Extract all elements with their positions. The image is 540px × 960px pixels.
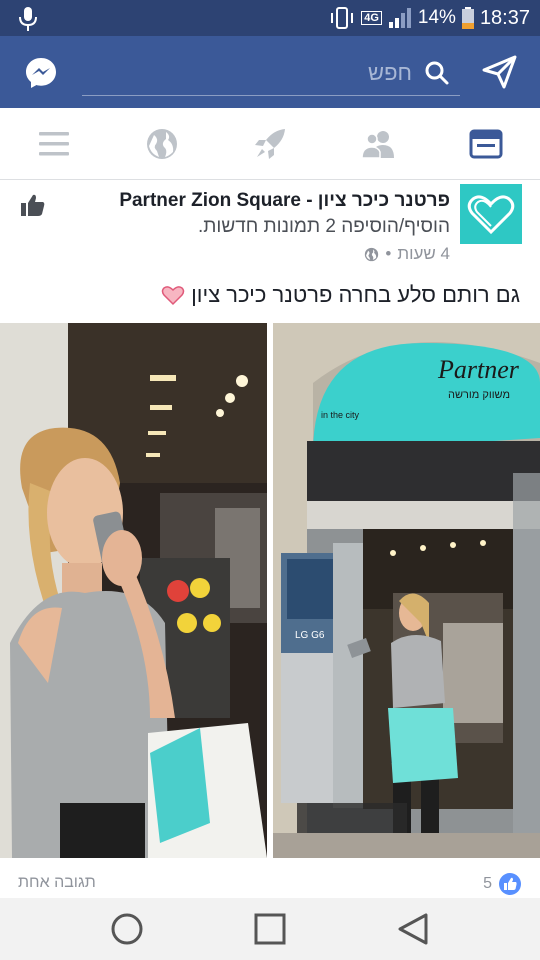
post-text: גם רותם סלע בחרה פרטנר כיכר ציון xyxy=(161,282,520,308)
battery-percent: 14% xyxy=(417,7,456,28)
reaction-summary[interactable]: 5 xyxy=(483,872,522,896)
back-button-icon[interactable] xyxy=(396,912,430,946)
heart-emoji-icon xyxy=(161,286,185,306)
poster-text: LG G6 xyxy=(295,630,325,641)
search-icon[interactable] xyxy=(424,60,450,86)
friends-icon[interactable] xyxy=(360,126,396,162)
globe-icon xyxy=(365,247,379,261)
menu-icon[interactable] xyxy=(36,126,72,162)
battery-icon xyxy=(461,7,474,29)
like-icon[interactable] xyxy=(20,192,46,218)
network-type: 4G xyxy=(361,11,382,25)
post-photo-right[interactable]: Partner משווק מורשה in the city LG G6 xyxy=(273,323,540,858)
meta-separator: • xyxy=(385,244,392,263)
post-text-content: גם רותם סלע בחרה פרטנר כיכר ציון xyxy=(191,282,520,307)
page-avatar[interactable] xyxy=(460,184,522,244)
microphone-icon xyxy=(19,7,37,31)
store-sign-sub: משווק מורשה xyxy=(448,389,510,401)
post-card: פרטנר כיכר ציון - Partner Zion Square הו… xyxy=(0,180,540,898)
post-footer: תגובה אחת 5 xyxy=(0,872,540,898)
messenger-icon[interactable] xyxy=(24,56,58,90)
send-icon[interactable] xyxy=(482,54,518,90)
post-action: הוסיף/הוסיפה 2 תמונות חדשות. xyxy=(198,216,450,237)
facebook-header: חפש xyxy=(0,36,540,108)
vibrate-icon xyxy=(331,7,354,29)
search-input[interactable]: חפש xyxy=(368,60,412,86)
post-time[interactable]: 4 שעות xyxy=(397,244,450,264)
post-photo-left[interactable] xyxy=(0,323,267,858)
like-reaction-icon xyxy=(499,873,521,895)
clock: 18:37 xyxy=(479,6,530,29)
home-button-icon[interactable] xyxy=(110,912,144,946)
signal-icon xyxy=(388,8,411,28)
search-box[interactable]: חפש xyxy=(82,52,460,96)
store-sign-brand: Partner xyxy=(437,355,520,384)
globe-icon[interactable] xyxy=(144,126,180,162)
status-bar: 4G 14% 18:37 xyxy=(0,0,540,36)
partner-heart-logo xyxy=(467,195,515,235)
store-sign-city: in the city xyxy=(321,410,360,420)
android-nav-bar xyxy=(0,898,540,960)
like-count: 5 xyxy=(483,875,492,892)
comment-count[interactable]: תגובה אחת xyxy=(18,874,96,892)
rocket-icon[interactable] xyxy=(252,126,288,162)
tab-bar xyxy=(0,108,540,180)
recents-button-icon[interactable] xyxy=(253,912,287,946)
news-feed-icon[interactable] xyxy=(468,126,504,162)
post-meta: 4 שעות • xyxy=(364,244,450,264)
page-name[interactable]: פרטנר כיכר ציון - Partner Zion Square xyxy=(119,190,450,212)
